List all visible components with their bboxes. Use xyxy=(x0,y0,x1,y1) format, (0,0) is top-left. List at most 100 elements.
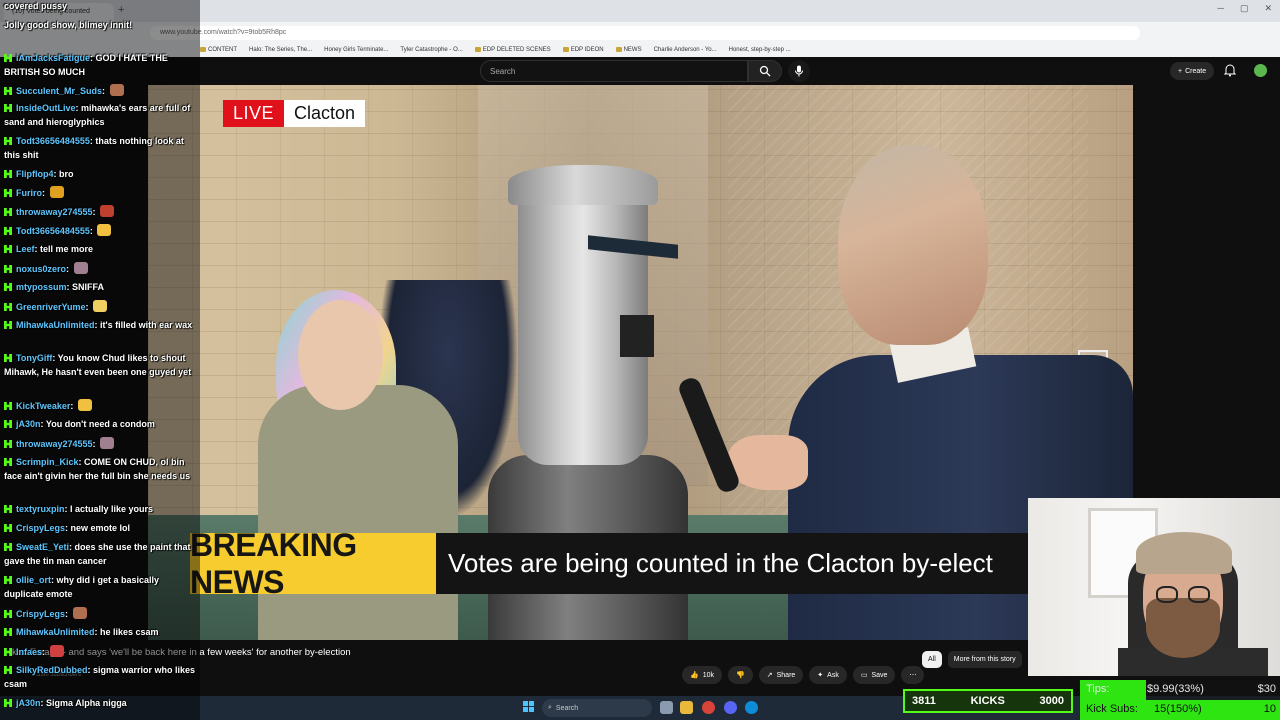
chat-username[interactable]: ollie_ort xyxy=(16,575,51,585)
chat-username[interactable]: CrispyLegs xyxy=(16,609,65,619)
news-ticker: Votes are being counted in the Clacton b… xyxy=(448,548,993,578)
chat-emote xyxy=(100,437,115,449)
chat-emote xyxy=(49,645,64,657)
bookmark-item[interactable]: Tyler Catastrophe - O... xyxy=(400,44,462,55)
chat-text: bro xyxy=(59,169,74,179)
chat-message: Jolly good show, blimey innit! xyxy=(4,19,198,33)
edge-icon[interactable] xyxy=(745,701,758,714)
address-bar[interactable]: www.youtube.com/watch?v=9tob5Rh8pc xyxy=(150,26,1140,40)
save-button[interactable]: ▭ Save xyxy=(852,666,896,684)
kick-badge-icon xyxy=(4,505,12,513)
chrome-icon[interactable] xyxy=(702,701,715,714)
chat-username[interactable]: mtypossum xyxy=(16,282,67,292)
dislike-button[interactable]: 👎 xyxy=(728,666,753,684)
chat-username[interactable]: MihawkaUnlimited xyxy=(16,627,95,637)
folder-icon xyxy=(200,47,206,52)
window-controls: ─ ▢ ✕ xyxy=(1218,3,1272,14)
bookmark-item[interactable]: EDP DELETED SCENES xyxy=(474,44,551,55)
tips-goal: $30 xyxy=(1257,683,1276,695)
kick-badge-icon xyxy=(4,189,12,197)
discord-icon[interactable] xyxy=(724,701,737,714)
chat-username[interactable]: throwaway274555 xyxy=(16,207,93,217)
kick-badge-icon xyxy=(4,648,12,656)
chat-message: TonyGiff: You know Chud likes to shout M… xyxy=(4,353,192,377)
taskbar-search[interactable]: ⌕ Search xyxy=(542,699,652,717)
bookmark-item[interactable]: NEWS xyxy=(615,44,642,55)
chat-text: Jolly good show, blimey innit! xyxy=(4,20,133,30)
like-button[interactable]: 👍 10k xyxy=(682,666,723,684)
kick-badge-icon xyxy=(4,576,12,584)
bookmark-item[interactable]: Honey Girls Terminate... xyxy=(324,44,388,55)
chat-username[interactable]: Todt36656484555 xyxy=(16,136,90,146)
reporter-hand xyxy=(728,435,808,490)
bookmark-item[interactable]: Halo: The Series, The... xyxy=(249,44,312,55)
chat-username[interactable]: SilkyRedDubbed xyxy=(16,665,88,675)
chat-message: Infaes: xyxy=(4,645,198,660)
task-view-icon[interactable] xyxy=(660,701,673,714)
chat-username[interactable]: TonyGiff xyxy=(16,353,52,363)
chat-username[interactable]: Todt36656484555 xyxy=(16,226,90,236)
maximize-icon[interactable]: ▢ xyxy=(1240,3,1249,14)
kick-badge-icon xyxy=(4,440,12,448)
create-button[interactable]: + Create xyxy=(1170,62,1215,80)
file-explorer-icon[interactable] xyxy=(680,701,693,714)
chat-username[interactable]: InsideOutLive xyxy=(16,103,76,113)
kick-badge-icon xyxy=(4,524,12,532)
chip-all[interactable]: All xyxy=(922,651,942,668)
chat-username[interactable]: SweatE_Yeti xyxy=(16,542,69,552)
windows-start-icon[interactable] xyxy=(523,701,535,713)
ask-button[interactable]: ✦ Ask xyxy=(809,666,847,684)
chat-username[interactable]: GreenriverYume xyxy=(16,302,86,312)
chat-username[interactable]: throwaway274555 xyxy=(16,439,93,449)
chat-username[interactable]: jA30n xyxy=(16,698,41,708)
chat-emote xyxy=(49,186,64,198)
chat-username[interactable]: Furiro xyxy=(16,188,42,198)
tips-row: Tips: $9.99(33%) $30 xyxy=(1080,680,1280,700)
notifications-bell-icon[interactable] xyxy=(1223,63,1238,79)
search-button[interactable] xyxy=(748,60,782,82)
chat-username[interactable]: noxus0zero xyxy=(16,264,66,274)
subs-goal: 10 xyxy=(1263,703,1276,715)
recommendation-chips: All More from this story xyxy=(922,651,1022,668)
chat-username[interactable]: iAmJacksFatigue xyxy=(16,53,90,63)
chat-username[interactable]: textyruxpin xyxy=(16,504,65,514)
kick-badge-icon xyxy=(4,54,12,62)
chat-username[interactable]: CrispyLegs xyxy=(16,523,65,533)
voice-search-button[interactable] xyxy=(788,60,810,82)
more-actions-button[interactable]: ⋯ xyxy=(901,666,925,684)
streamer-beard xyxy=(1146,598,1220,658)
chat-text: it's filled with ear wax xyxy=(100,320,193,330)
chip-more-from-story[interactable]: More from this story xyxy=(947,651,1022,668)
chat-username[interactable]: Leef xyxy=(16,244,35,254)
chat-text: You don't need a condom xyxy=(45,419,155,429)
breaking-news-label: BREAKING NEWS xyxy=(190,527,436,600)
chat-username[interactable]: jA30n xyxy=(16,419,41,429)
chat-message: jA30n: Sigma Alpha nigga xyxy=(4,697,198,711)
close-icon[interactable]: ✕ xyxy=(1264,3,1272,14)
chat-username[interactable]: Succulent_Mr_Suds xyxy=(16,86,102,96)
bookmark-item[interactable]: CONTENT xyxy=(200,44,237,55)
chat-username[interactable]: MihawkaUnlimited xyxy=(16,320,95,330)
chat-username[interactable]: KickTweaker xyxy=(16,401,70,411)
chat-message: SilkyRedDubbed: sigma warrior who likes … xyxy=(4,665,196,689)
chat-username[interactable]: Infaes xyxy=(16,647,42,657)
live-label: LIVE xyxy=(223,100,285,127)
bookmark-item[interactable]: Honest, step-by-step ... xyxy=(729,44,791,55)
tips-value: $9.99(33%) xyxy=(1147,683,1204,695)
chat-text: new emote lol xyxy=(70,523,131,533)
share-button[interactable]: ↗ Share xyxy=(758,666,804,684)
glasses-left xyxy=(1156,586,1178,603)
minimize-icon[interactable]: ─ xyxy=(1218,3,1224,14)
chat-text: Sigma Alpha nigga xyxy=(46,698,127,708)
breaking-news-bar: BREAKING NEWS Votes are being counted in… xyxy=(190,527,1028,600)
kick-badge-icon xyxy=(4,402,12,410)
avatar[interactable] xyxy=(1254,64,1267,77)
bookmark-item[interactable]: Charlie Anderson - Yo... xyxy=(654,44,717,55)
kick-badge-icon xyxy=(4,699,12,707)
chat-username[interactable]: Flipflop4 xyxy=(16,169,54,179)
chat-username[interactable]: Scrimpin_Kick xyxy=(16,457,79,467)
search-input[interactable]: Search xyxy=(480,60,748,82)
bookmark-item[interactable]: EDP IDEON xyxy=(562,44,604,55)
chat-message: KickTweaker: xyxy=(4,399,198,414)
kick-badge-icon xyxy=(4,87,12,95)
